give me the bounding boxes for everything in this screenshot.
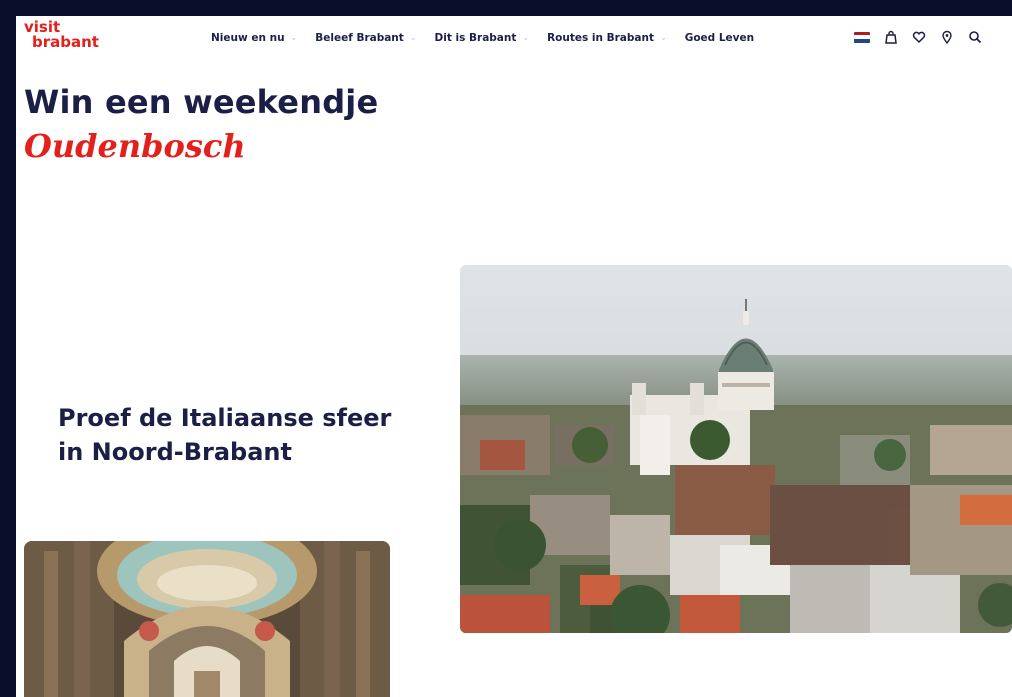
dutch-flag-icon[interactable] <box>854 31 870 43</box>
nav-item-goed-leven[interactable]: Goed Leven <box>685 32 754 44</box>
chevron-down-icon: ⌄ <box>522 32 530 42</box>
section-heading: Proef de Italiaanse sfeer in Noord-Braba… <box>58 404 392 466</box>
aerial-photo-oudenbosch <box>460 265 1012 633</box>
page-title-accent: Oudenbosch <box>24 127 246 165</box>
chevron-down-icon: ⌄ <box>660 32 667 42</box>
nav-item-label: Goed Leven <box>684 32 755 44</box>
nav-item-dit-is-brabant[interactable]: Dit is Brabant ⌄ <box>435 32 530 44</box>
basilica-interior-photo <box>24 541 390 697</box>
nav-item-label: Nieuw en nu <box>211 32 285 44</box>
main-navigation: Nieuw en nu ⌄ Beleef Brabant ⌄ Dit is Br… <box>211 32 772 44</box>
heart-icon[interactable] <box>912 30 926 44</box>
bag-icon[interactable] <box>884 30 898 44</box>
location-pin-icon[interactable] <box>940 30 954 44</box>
logo-line-brabant: brabant <box>32 33 99 51</box>
nav-item-beleef-brabant[interactable]: Beleef Brabant ⌄ <box>315 32 416 44</box>
page-title: Win een weekendje <box>24 83 379 121</box>
nav-item-routes-in-brabant[interactable]: Routes in Brabant ⌄ <box>547 32 667 44</box>
chevron-down-icon: ⌄ <box>409 32 417 42</box>
nav-item-label: Dit is Brabant <box>434 32 517 44</box>
nav-item-label: Routes in Brabant <box>547 32 654 44</box>
nav-item-label: Beleef Brabant <box>315 32 404 44</box>
search-icon[interactable] <box>968 30 982 44</box>
page: visit brabant Nieuw en nu ⌄ Beleef Braba… <box>16 16 1012 697</box>
chevron-down-icon: ⌄ <box>290 32 298 42</box>
visit-brabant-logo[interactable]: visit brabant <box>24 20 99 50</box>
utility-bar <box>854 30 982 44</box>
nav-item-nieuw-en-nu[interactable]: Nieuw en nu ⌄ <box>211 32 297 44</box>
